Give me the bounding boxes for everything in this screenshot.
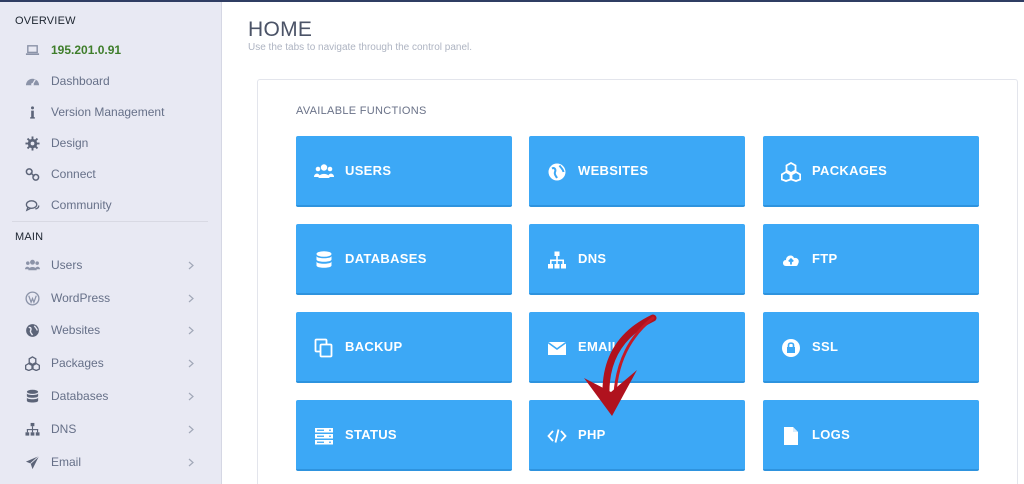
sidebar-item-dns[interactable]: DNS <box>0 414 208 444</box>
sidebar-item-label: Packages <box>51 356 104 370</box>
tile-label: USERS <box>345 163 392 178</box>
file-icon <box>780 425 802 447</box>
sidebar-item-label: Users <box>51 258 83 272</box>
status-tile[interactable]: STATUS <box>296 400 512 471</box>
chevron-right-icon <box>186 323 196 337</box>
chevron-right-icon <box>186 422 196 436</box>
sidebar-item-databases[interactable]: Databases <box>0 381 208 411</box>
databases-tile[interactable]: DATABASES <box>296 224 512 295</box>
envelope-icon <box>546 337 568 359</box>
tile-label: BACKUP <box>345 339 403 354</box>
tile-label: WEBSITES <box>578 163 649 178</box>
php-tile[interactable]: PHP <box>529 400 745 471</box>
globe-icon <box>546 161 568 183</box>
sidebar-item-label: Version Management <box>51 105 165 119</box>
email-tile[interactable]: EMAIL <box>529 312 745 383</box>
chevron-right-icon <box>186 258 196 272</box>
sidebar-item-label: WordPress <box>51 291 111 305</box>
sidebar-item-wordpress[interactable]: WordPress <box>0 283 208 313</box>
tile-label: LOGS <box>812 427 851 442</box>
dashboard-icon <box>24 73 41 90</box>
server-icon <box>313 425 335 447</box>
users-icon <box>313 161 335 183</box>
comments-icon <box>24 197 41 214</box>
globe-icon <box>24 322 41 339</box>
cloud-upload-icon <box>780 249 802 271</box>
sidebar-item-label: Community <box>51 198 112 212</box>
sidebar-item-email[interactable]: Email <box>0 447 208 477</box>
paper-plane-icon <box>24 454 41 471</box>
page-title: HOME <box>248 18 313 41</box>
sidebar-item-label: Email <box>51 455 82 469</box>
wordpress-icon <box>24 290 41 307</box>
copy-icon <box>313 337 335 359</box>
backup-tile[interactable]: BACKUP <box>296 312 512 383</box>
main-heading: MAIN <box>15 231 44 243</box>
users-icon <box>24 257 41 274</box>
sidebar-item-websites[interactable]: Websites <box>0 315 208 345</box>
sidebar-item-label: Dashboard <box>51 74 110 88</box>
sidebar-item-label: Databases <box>51 389 109 403</box>
chevron-right-icon <box>186 291 196 305</box>
sidebar-item-label: DNS <box>51 422 77 436</box>
chevron-right-icon <box>186 455 196 469</box>
laptop-icon <box>24 42 41 59</box>
sitemap-icon <box>546 249 568 271</box>
sidebar-item-dashboard[interactable]: Dashboard <box>0 66 208 96</box>
sidebar-item-users[interactable]: Users <box>0 250 208 280</box>
database-icon <box>313 249 335 271</box>
cubes-icon <box>780 161 802 183</box>
info-icon <box>24 104 41 121</box>
chevron-right-icon <box>186 389 196 403</box>
sidebar-item-community[interactable]: Community <box>0 190 208 220</box>
available-functions-heading: AVAILABLE FUNCTIONS <box>296 105 427 117</box>
overview-heading: OVERVIEW <box>15 15 76 27</box>
cubes-icon <box>24 355 41 372</box>
tile-label: EMAIL <box>578 339 620 354</box>
tile-label: STATUS <box>345 427 397 442</box>
packages-tile[interactable]: PACKAGES <box>763 136 979 207</box>
users-tile[interactable]: USERS <box>296 136 512 207</box>
sidebar-item-design[interactable]: Design <box>0 128 208 158</box>
link-icon <box>24 166 41 183</box>
chevron-right-icon <box>186 356 196 370</box>
lock-icon <box>780 337 802 359</box>
tile-label: PHP <box>578 427 606 442</box>
dns-tile[interactable]: DNS <box>529 224 745 295</box>
database-icon <box>24 388 41 405</box>
logs-tile[interactable]: LOGS <box>763 400 979 471</box>
sidebar-item-label: Design <box>51 136 89 150</box>
code-icon <box>546 425 568 447</box>
sidebar-item-version-management[interactable]: Version Management <box>0 97 208 127</box>
tile-label: DATABASES <box>345 251 427 266</box>
page-subtitle: Use the tabs to navigate through the con… <box>248 42 473 53</box>
sitemap-icon <box>24 421 41 438</box>
sidebar-item-packages[interactable]: Packages <box>0 348 208 378</box>
sidebar: OVERVIEW 195.201.0.91 Dashboard Version … <box>0 2 222 484</box>
ssl-tile[interactable]: SSL <box>763 312 979 383</box>
tile-label: SSL <box>812 339 839 354</box>
sidebar-item-label: 195.201.0.91 <box>51 43 122 57</box>
websites-tile[interactable]: WEBSITES <box>529 136 745 207</box>
gear-icon <box>24 135 41 152</box>
sidebar-item-label: Websites <box>51 323 101 337</box>
sidebar-item-connect[interactable]: Connect <box>0 159 208 189</box>
tile-label: PACKAGES <box>812 163 888 178</box>
sidebar-divider <box>12 221 208 222</box>
sidebar-item-label: Connect <box>51 167 96 181</box>
tile-label: FTP <box>812 251 838 266</box>
tile-label: DNS <box>578 251 607 266</box>
sidebar-item-ip-address[interactable]: 195.201.0.91 <box>0 35 208 65</box>
ftp-tile[interactable]: FTP <box>763 224 979 295</box>
